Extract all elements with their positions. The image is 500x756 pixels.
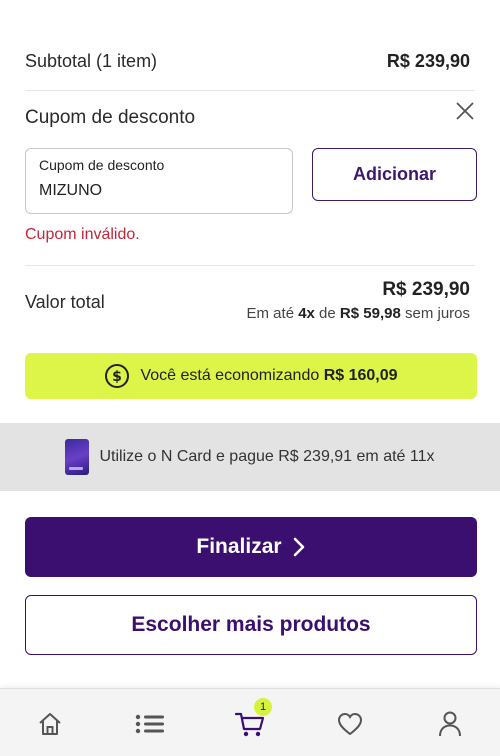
close-coupon-button[interactable]: [454, 100, 476, 122]
nav-home[interactable]: [34, 709, 66, 739]
installments-prefix: Em até: [246, 305, 299, 322]
user-icon: [439, 711, 461, 737]
choose-more-products-button[interactable]: Escolher mais produtos: [25, 595, 477, 655]
ncard-text: Utilize o N Card e pague R$ 239,91 em at…: [99, 448, 435, 465]
installments-suffix: sem juros: [400, 305, 470, 322]
subtotal-row: Subtotal (1 item) R$ 239,90: [25, 48, 470, 74]
ncard-promo[interactable]: Utilize o N Card e pague R$ 239,91 em at…: [0, 423, 500, 491]
dollar-coin-icon: $: [105, 364, 130, 388]
coupon-input[interactable]: [39, 182, 279, 200]
installments-mid: de: [314, 305, 340, 322]
total-label: Valor total: [25, 292, 105, 312]
coupon-error-message: Cupom inválido.: [25, 226, 140, 243]
finalize-button[interactable]: Finalizar: [25, 517, 477, 577]
nav-account[interactable]: [434, 709, 466, 739]
add-coupon-button[interactable]: Adicionar: [312, 148, 477, 201]
installments-amount: R$ 59,98: [339, 305, 401, 322]
coupon-field[interactable]: Cupom de desconto: [25, 148, 293, 214]
divider: [25, 265, 475, 266]
bottom-nav: [0, 688, 500, 756]
savings-text: Você está economizando R$ 160,09: [140, 367, 397, 385]
subtotal-label: Subtotal (1 item): [25, 50, 158, 71]
coupon-title: Cupom de desconto: [25, 107, 196, 128]
home-icon: [39, 713, 61, 735]
ncard-image: [65, 439, 90, 475]
installments-count: 4x: [298, 305, 315, 322]
divider: [25, 90, 475, 91]
savings-prefix: Você está economizando: [140, 367, 324, 384]
cart-count-badge: 1: [254, 698, 272, 716]
subtotal-value: R$ 239,90: [386, 50, 470, 71]
svg-text:$: $: [113, 369, 123, 385]
nav-favorites[interactable]: [334, 709, 366, 739]
installments-text: Em até 4x de R$ 59,98 sem juros: [247, 305, 470, 322]
menu-icon: [135, 714, 164, 734]
coupon-field-label: Cupom de desconto: [39, 157, 165, 173]
savings-banner: $ Você está economizando R$ 160,09: [25, 353, 477, 399]
savings-amount: R$ 160,09: [323, 367, 398, 384]
heart-icon: [337, 712, 363, 736]
chevron-right-icon: [293, 537, 304, 557]
close-icon: [456, 102, 474, 120]
finalize-label: Finalizar: [196, 535, 282, 558]
nav-categories[interactable]: [134, 709, 166, 739]
total-value: R$ 239,90: [382, 279, 470, 300]
